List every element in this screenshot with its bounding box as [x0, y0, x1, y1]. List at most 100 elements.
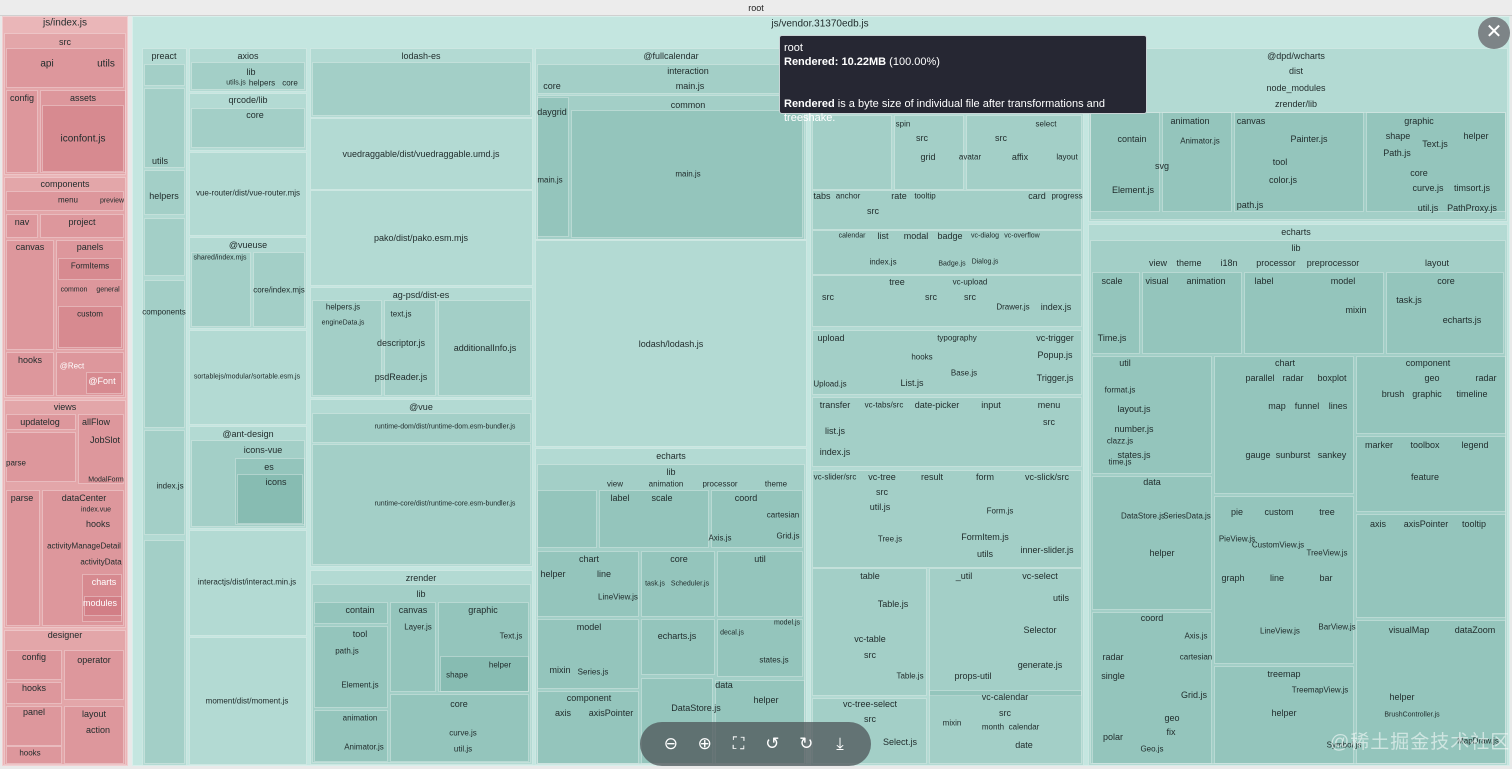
treemap-node-label[interactable]: ag-psd/dist-es: [393, 290, 450, 300]
treemap-node-label[interactable]: additionalInfo.js: [454, 343, 517, 353]
treemap-node-label[interactable]: transfer: [820, 400, 851, 410]
treemap-node-label[interactable]: vc-tree-select: [843, 699, 897, 709]
treemap-node-label[interactable]: data: [715, 680, 733, 690]
treemap-node-label[interactable]: props-util: [954, 671, 991, 681]
treemap-node-label[interactable]: scale: [651, 493, 672, 503]
treemap-node-label[interactable]: @ant-design: [222, 429, 273, 439]
treemap-node-label[interactable]: mixin: [549, 665, 570, 675]
treemap-node-label[interactable]: axisPointer: [589, 708, 634, 718]
treemap-node-label[interactable]: common: [671, 100, 706, 110]
treemap-node-label[interactable]: @dpd/wcharts: [1267, 51, 1325, 61]
treemap-node-label[interactable]: animation: [343, 714, 378, 723]
treemap-node-label[interactable]: contain: [1117, 134, 1146, 144]
treemap-node-label[interactable]: custom: [1264, 507, 1293, 517]
treemap-node-label[interactable]: main.js: [676, 81, 705, 91]
treemap-node-label[interactable]: layout.js: [1117, 404, 1150, 414]
treemap-node-label[interactable]: layout: [82, 709, 106, 719]
treemap-node-label[interactable]: list: [878, 231, 889, 241]
treemap-node-label[interactable]: src: [864, 714, 876, 724]
treemap-node-label[interactable]: ModalForm: [88, 477, 123, 484]
treemap-node-label[interactable]: radar: [1282, 373, 1303, 383]
treemap-node-label[interactable]: lodash/lodash.js: [639, 339, 704, 349]
treemap-node-label[interactable]: Axis.js: [708, 534, 731, 543]
treemap-node-label[interactable]: lodash-es: [401, 51, 440, 61]
treemap-node-label[interactable]: sunburst: [1276, 450, 1311, 460]
treemap-node-label[interactable]: chart: [1275, 358, 1295, 368]
treemap-node-label[interactable]: icons: [265, 477, 286, 487]
treemap-node-label[interactable]: vue-router/dist/vue-router.mjs: [196, 189, 300, 198]
treemap-node-label[interactable]: path.js: [1237, 200, 1264, 210]
treemap-node-label[interactable]: toolbox: [1410, 440, 1439, 450]
treemap-node-label[interactable]: src: [1043, 417, 1055, 427]
treemap-node[interactable]: [144, 280, 185, 428]
treemap-node-label[interactable]: helpers: [149, 191, 179, 201]
treemap-node-label[interactable]: js/index.js: [43, 18, 87, 29]
treemap-node-label[interactable]: core: [543, 81, 561, 91]
treemap-node-label[interactable]: dist: [1289, 66, 1303, 76]
treemap-node-label[interactable]: Animator.js: [1180, 137, 1220, 146]
treemap-node-label[interactable]: src: [964, 292, 976, 302]
treemap-node-label[interactable]: SeriesData.js: [1163, 512, 1211, 521]
treemap-node-label[interactable]: @fullcalendar: [643, 51, 698, 61]
treemap-node-label[interactable]: zrender/lib: [1275, 99, 1317, 109]
treemap-node-label[interactable]: js/vendor.31370edb.js: [771, 19, 868, 30]
treemap-node-label[interactable]: shape: [1386, 131, 1411, 141]
treemap-node-label[interactable]: tool: [353, 629, 368, 639]
treemap-node-label[interactable]: axios: [237, 51, 258, 61]
treemap-node-label[interactable]: coord: [1141, 613, 1164, 623]
treemap-node-label[interactable]: general: [96, 287, 119, 294]
treemap-node-label[interactable]: svg: [1155, 161, 1169, 171]
treemap-node-label[interactable]: util.js: [870, 502, 891, 512]
treemap-node-label[interactable]: TreemapView.js: [1292, 686, 1348, 695]
treemap-node-label[interactable]: month: [982, 723, 1004, 732]
treemap-node-label[interactable]: coord: [735, 493, 758, 503]
treemap-node-label[interactable]: utils.js: [226, 80, 245, 87]
treemap-node-label[interactable]: date: [1015, 740, 1033, 750]
treemap-node-label[interactable]: Tree.js: [878, 535, 902, 544]
treemap-node-label[interactable]: component: [567, 693, 612, 703]
treemap-node-label[interactable]: _util: [956, 571, 973, 581]
treemap-node-label[interactable]: typography: [937, 334, 977, 343]
treemap-node-label[interactable]: task.js: [1396, 295, 1422, 305]
treemap-node-label[interactable]: canvas: [1237, 116, 1266, 126]
treemap-node-label[interactable]: views: [54, 402, 77, 412]
treemap-node-label[interactable]: number.js: [1114, 424, 1153, 434]
treemap-node-label[interactable]: src: [864, 650, 876, 660]
treemap-node-label[interactable]: form: [976, 472, 994, 482]
treemap-node-label[interactable]: vuedraggable/dist/vuedraggable.umd.js: [342, 149, 499, 159]
treemap-node[interactable]: [6, 490, 40, 626]
treemap-node-label[interactable]: timsort.js: [1454, 183, 1490, 193]
treemap-node-label[interactable]: Table.js: [878, 599, 909, 609]
treemap-node-label[interactable]: card: [1028, 191, 1046, 201]
treemap-node-label[interactable]: panel: [23, 707, 45, 717]
treemap-node-label[interactable]: psdReader.js: [375, 372, 428, 382]
treemap-node-label[interactable]: result: [921, 472, 943, 482]
treemap-node-label[interactable]: Badge.js: [938, 261, 965, 268]
treemap-node-label[interactable]: geo: [1424, 373, 1439, 383]
treemap-node-label[interactable]: layout: [1056, 153, 1077, 162]
treemap-node-label[interactable]: states.js: [759, 656, 788, 665]
treemap-node-label[interactable]: model: [577, 622, 602, 632]
treemap-node-label[interactable]: grid: [920, 152, 935, 162]
treemap-node-label[interactable]: PathProxy.js: [1447, 203, 1497, 213]
treemap-node-label[interactable]: preprocessor: [1307, 258, 1360, 268]
treemap-node-label[interactable]: fix: [1167, 727, 1176, 737]
treemap-node-label[interactable]: util.js: [1418, 203, 1439, 213]
treemap-node-label[interactable]: chart: [579, 554, 599, 564]
treemap-node-label[interactable]: src: [999, 708, 1011, 718]
treemap-node[interactable]: [144, 64, 185, 86]
treemap-node-label[interactable]: axis: [555, 708, 571, 718]
treemap-node[interactable]: [1162, 112, 1232, 212]
treemap-node-label[interactable]: preact: [151, 51, 176, 61]
treemap-node-label[interactable]: vc-overflow: [1004, 233, 1039, 240]
treemap-node[interactable]: [6, 240, 54, 350]
treemap-node-label[interactable]: FormItem.js: [961, 532, 1009, 542]
treemap-node-label[interactable]: echarts.js: [658, 631, 697, 641]
treemap-node-label[interactable]: Selector: [1023, 625, 1056, 635]
treemap-node-label[interactable]: inner-slider.js: [1020, 545, 1073, 555]
treemap-node-label[interactable]: core/index.mjs: [253, 286, 305, 295]
treemap-node-label[interactable]: dataCenter: [62, 493, 107, 503]
treemap-node-label[interactable]: @Font: [88, 376, 115, 386]
treemap-node-label[interactable]: allFlow: [82, 417, 110, 427]
treemap-node-label[interactable]: icons-vue: [244, 445, 283, 455]
